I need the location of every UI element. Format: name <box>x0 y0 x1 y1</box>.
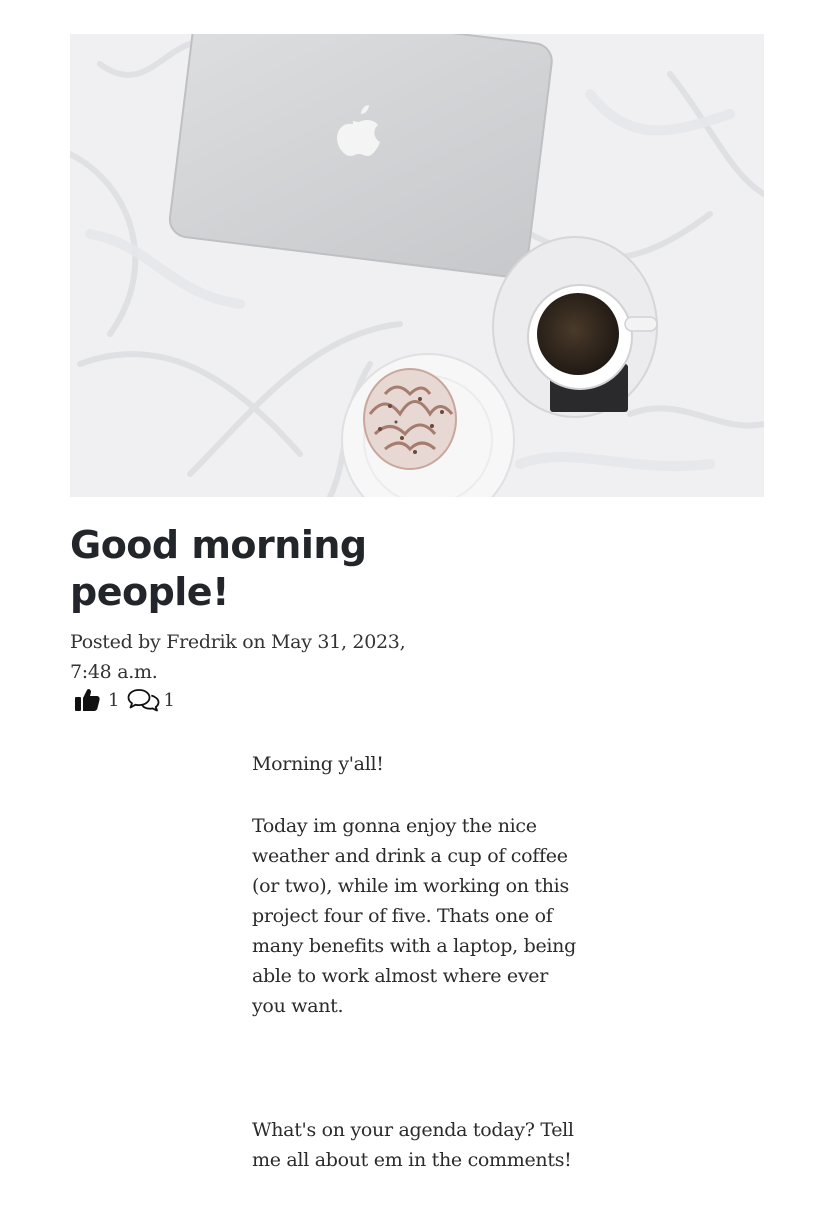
content-paragraph: What's on your agenda today? Tell me all… <box>252 1119 574 1171</box>
post-title: Good morning people! <box>70 523 367 614</box>
comments-link[interactable]: 1 <box>127 688 175 712</box>
post-meta: Posted by Fredrik on May 31, 2023, 7:48 … <box>70 631 406 683</box>
post-content: Morning y'all! Today im gonna enjoy the … <box>252 749 582 1175</box>
comments-icon <box>127 688 161 712</box>
like-button[interactable]: 1 <box>74 688 127 712</box>
content-paragraph: Morning y'all! <box>252 753 384 775</box>
likes-count: 1 <box>108 689 120 711</box>
comments-count: 1 <box>163 689 175 711</box>
post-image <box>70 34 764 497</box>
thumbs-up-icon <box>74 688 100 712</box>
post-stats: 1 1 <box>74 686 175 714</box>
content-paragraph: Today im gonna enjoy the nice weather an… <box>252 815 576 1017</box>
